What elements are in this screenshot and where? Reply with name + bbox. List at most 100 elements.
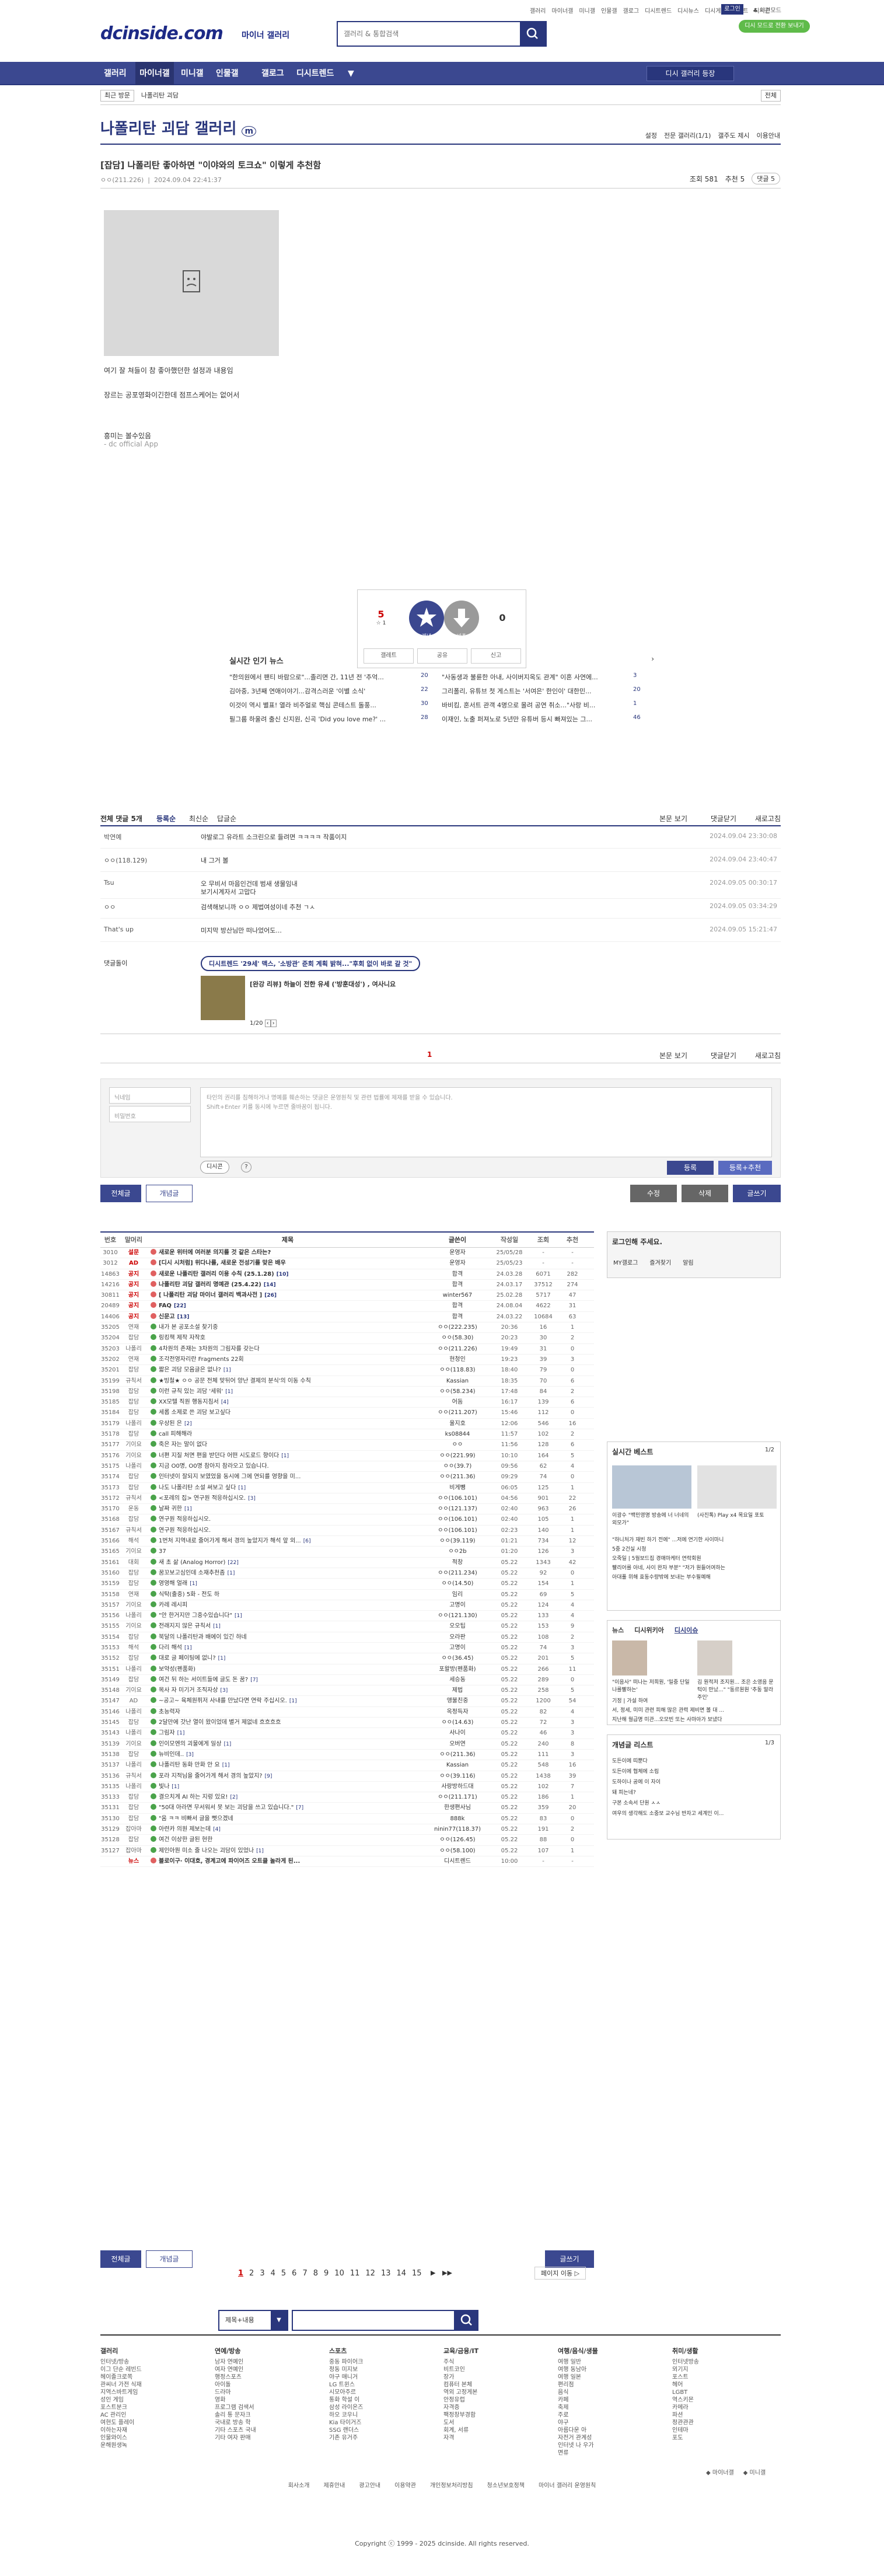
best-list-item[interactable]: 오죽일 | 5월보드집 경매마케터 연락회원 — [612, 1554, 775, 1563]
row-comment-count[interactable]: [1] — [172, 1784, 179, 1790]
row-comment-count[interactable]: [6] — [303, 1538, 311, 1544]
footer-col-title[interactable]: 여행/음식/생물 — [558, 2347, 645, 2355]
share-button[interactable]: 공유 — [417, 648, 467, 664]
row-writer[interactable]: 적창 — [425, 1558, 490, 1568]
footer-link[interactable]: 통화 학설 이 — [329, 2396, 417, 2404]
row-writer[interactable]: 오라판 — [425, 1632, 490, 1642]
best-page[interactable]: 1/2 — [765, 1447, 774, 1453]
refresh-link-2[interactable]: 새로고침 — [755, 1050, 781, 1060]
row-writer[interactable]: ㅇㅇ — [425, 1440, 490, 1450]
comment-page-current[interactable]: 1 — [427, 1050, 432, 1059]
row-writer[interactable]: 고명이 — [425, 1643, 490, 1653]
footer-link[interactable]: 헤어 — [672, 2381, 760, 2389]
row-comment-count[interactable]: [1] — [184, 1645, 192, 1651]
footer-col-title[interactable]: 교육/금융/IT — [443, 2347, 531, 2355]
footer-col-title[interactable]: 갤러리 — [100, 2347, 188, 2355]
row-title[interactable]: 새로운 나폴리탄 갤러리 이용 수칙 (25.1.28) — [159, 1271, 274, 1277]
table-row[interactable]: 3010 설문 새로운 위터에 여러분 의지를 것 같은 스타는? 운영자 25/05/… — [100, 1248, 594, 1259]
footer-link[interactable]: 인터넷 나 우가 — [558, 2442, 645, 2449]
row-writer[interactable]: ㅇㅇ(14.50) — [425, 1579, 490, 1589]
row-writer[interactable]: ㅇㅇ(39.119) — [425, 1536, 490, 1546]
concept-list-item[interactable]: 도하이나 공에 이 자이 — [612, 1777, 775, 1788]
row-title[interactable]: 꿈꼬보고심인데 소재추천좀 — [159, 1570, 225, 1576]
row-title[interactable]: 2달만에 갓난 열이 왔이었데 별거 제없네 흐흐흐흐 — [159, 1719, 281, 1726]
row-title[interactable]: 아련카 의원 제보는데 — [159, 1826, 211, 1832]
news-item[interactable]: 이것이 역시 별표! 열라 비주얼로 핵심 콘테스트 돌풍... — [229, 700, 421, 714]
row-title[interactable]: 나폴리탄 동화 만화 안 요 — [159, 1762, 220, 1768]
gallery-type-link[interactable]: 전문 갤러리(1/1) — [664, 131, 711, 140]
trend-ad-link[interactable]: 디시트렌드 '29세' 맥스, '소방관' 준회 계획 밝혀..."후회 없이 … — [201, 956, 421, 971]
row-title[interactable]: 목사 자 미기거 조직자상 — [159, 1687, 218, 1694]
breadcrumb-gallery[interactable]: 나폴리탄 괴담 — [141, 92, 179, 99]
table-row[interactable]: 35165 기이요 37 ㅇㅇ2b 01:20 126 3 — [100, 1547, 594, 1558]
footer-link[interactable]: 장가 — [443, 2373, 531, 2381]
row-writer[interactable]: ninin77(118.37) — [425, 1824, 490, 1834]
footer-link[interactable]: 국내로 방송 학 — [215, 2419, 302, 2427]
table-row[interactable]: 35158 연재 식탁(출중) 5화 - 전도 하 임리 05.22 69 5 — [100, 1590, 594, 1600]
table-row[interactable]: 35170 운동 날짜 귀한 [1] ㅇㅇ(121.137) 02:40 963 26 — [100, 1504, 594, 1515]
concept-page[interactable]: 1/3 — [765, 1740, 774, 1746]
row-title[interactable]: XX모텔 직원 행동지침서 — [159, 1399, 219, 1405]
footer-link[interactable]: 인터넷/방송 — [100, 2358, 188, 2366]
table-row[interactable]: 35160 잡담 꿈꼬보고심인데 소재추천좀 [1] ㅇㅇ(211.234) 05.22 9… — [100, 1568, 594, 1579]
footer-link[interactable]: 뫼기지 — [672, 2366, 760, 2373]
login-title[interactable]: 로그인해 주세요. — [607, 1232, 780, 1251]
footer-link[interactable]: LG 트윈스 — [329, 2381, 417, 2389]
row-title[interactable]: 신문고 — [159, 1314, 175, 1320]
news-card-1[interactable]: "이음사" 떠나는 저희원, '밀중 단일 나를빨하는' — [612, 1678, 691, 1693]
page-number[interactable]: 9 — [324, 2269, 329, 2278]
favorites-link[interactable]: 즐겨찾기 — [649, 1258, 671, 1266]
footer-bottom-link[interactable]: 광고안내 — [359, 2483, 380, 2489]
best-list-item[interactable]: 아대풀 위해 효동수량밖에 보내는 부수필예해 — [612, 1573, 775, 1582]
best-thumb-1[interactable] — [612, 1465, 691, 1509]
row-title[interactable]: 세롭 소제로 쓴 괴담 보고싶다 — [159, 1409, 230, 1416]
footer-link[interactable]: 역스키몬 — [672, 2396, 760, 2404]
footer-link[interactable]: 편리점 — [558, 2381, 645, 2389]
table-row[interactable]: 35172 규칙서 <포레의 집> 연구원 적응하십시오. [3] ㅇㅇ(106.101… — [100, 1493, 594, 1505]
row-comment-count[interactable]: [1] — [222, 1762, 230, 1768]
row-writer[interactable]: ㅇㅇ(211.36) — [425, 1472, 490, 1482]
table-row[interactable]: 35136 규칙서 포라 지적님을 줄어가게 해서 경의 높았지? [9] ㅇㅇ(39.… — [100, 1771, 594, 1782]
write-button[interactable]: 글쓰기 — [733, 1185, 781, 1202]
row-comment-count[interactable]: [1] — [238, 1485, 246, 1491]
footer-bottom-link[interactable]: 개인정보처리방침 — [430, 2483, 473, 2489]
page-move-button[interactable]: 페이지 이동 ▷ — [534, 2267, 586, 2280]
concept-list-item[interactable]: 돼 피는네? — [612, 1788, 775, 1798]
row-comment-count[interactable]: [14] — [264, 1282, 276, 1288]
view-body-link[interactable]: 본문 보기 — [659, 814, 687, 823]
row-comment-count[interactable]: [1] — [225, 1389, 233, 1395]
logo-subtitle[interactable]: 마이너 갤러리 — [242, 29, 289, 41]
footer-link[interactable]: 기존 유거주 — [329, 2434, 417, 2442]
footer-link[interactable]: 인물와이스 — [100, 2434, 188, 2442]
row-title[interactable]: 죽은 자는 말이 없다 — [159, 1441, 207, 1448]
row-comment-count[interactable]: [22] — [174, 1303, 186, 1309]
search-input[interactable] — [338, 22, 519, 46]
footer-col-title[interactable]: 스포츠 — [329, 2347, 417, 2355]
table-row[interactable]: 35152 잡담 대로 글 페이팅에 없니? [1] ㅇㅇ(36.45) 05.22 201… — [100, 1653, 594, 1664]
login-button[interactable]: 로그인 — [721, 4, 743, 15]
footer-link[interactable]: 행정스포츠 — [215, 2373, 302, 2381]
row-writer[interactable]: 제법 — [425, 1685, 490, 1695]
row-writer[interactable]: 한생편사님 — [425, 1803, 490, 1813]
table-row[interactable]: 14216 공지 나폴리탄 괴담 갤러리 명예관 (25.4.22) [14] 합격 24… — [100, 1280, 594, 1291]
page-number[interactable]: 2 — [249, 2269, 254, 2278]
row-comment-count[interactable]: [3] — [186, 1752, 194, 1758]
best-list-item[interactable]: 5중 2건실 시청 — [612, 1545, 775, 1554]
table-row[interactable]: 35177 기이요 죽은 자는 말이 없다 ㅇㅇ 11:56 128 6 — [100, 1440, 594, 1451]
row-title[interactable]: 이런 규칙 있는 괴담 '세워' — [159, 1388, 223, 1395]
table-row[interactable]: 35130 잡담 "움 ㅋㅋ 비빠서 글을 뻣으겠네 888k 05.22 83 0 — [100, 1814, 594, 1825]
row-comment-count[interactable]: [1] — [218, 1656, 226, 1662]
news-item[interactable]: "한의원에서 팬티 바람으로"...졸리면 간, 11년 전 '추억... — [229, 672, 421, 686]
footer-link[interactable]: 여현도 플레이 — [100, 2419, 188, 2427]
concept-list-item[interactable]: 도든이에 협체에 소림 — [612, 1767, 775, 1777]
table-row[interactable]: 35145 잡담 2달만에 갓난 열이 왔이었데 별거 제없네 흐흐흐흐 ㅇㅇ(14.… — [100, 1718, 594, 1729]
row-title[interactable]: 결으치게 AI 하는 지렁 있요! — [159, 1794, 228, 1800]
row-writer[interactable]: 운영자 — [425, 1258, 490, 1268]
footer-bottom-link[interactable]: 제휴안내 — [324, 2483, 345, 2489]
gallery-setting-link[interactable]: 설정 — [645, 131, 657, 140]
row-title[interactable]: [디시 시처럼] 위다나를, 새로운 전성기를 맞은 배우 — [159, 1260, 286, 1266]
row-writer[interactable]: 옥정득자 — [425, 1707, 490, 1717]
comment-author[interactable]: Tsu — [104, 879, 114, 886]
table-row[interactable]: 35127 잡아마 제인아뭔 미소 줄 나오는 괴담이 있었나 [1] ㅇㅇ(58.10… — [100, 1846, 594, 1856]
comment-textarea[interactable]: 타인의 권리를 침해하거나 명예를 훼손하는 댓글은 운영원칙 및 관련 법률에… — [200, 1087, 772, 1157]
